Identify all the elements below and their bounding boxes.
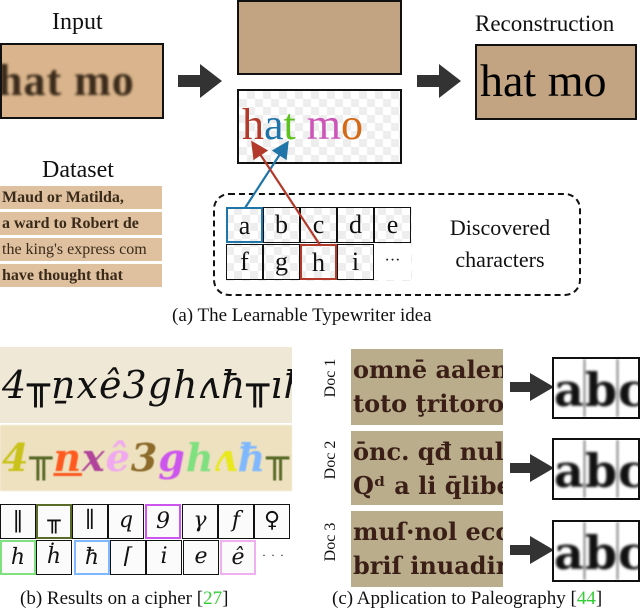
prototype-cell: ê xyxy=(220,540,256,575)
citation-link[interactable]: 44 xyxy=(577,588,596,609)
doc-line: muſ·nol ecclie xyxy=(353,517,503,546)
cipher-char: ħ xyxy=(237,435,267,480)
doc-line: ōnc. qđ nulli xyxy=(353,437,503,466)
prototype-cell: e xyxy=(183,540,219,575)
doc-glyphs: a b c xyxy=(552,357,640,419)
prototype-cell: ⌈ xyxy=(110,540,146,575)
grid-cell-a: a xyxy=(226,207,263,243)
doc-line: toto ţritoro d xyxy=(353,389,503,418)
prototype-cell: ∥ xyxy=(72,504,108,539)
arrow-right-icon xyxy=(510,454,554,482)
cipher-char: n xyxy=(53,435,82,480)
glyph-cell: c xyxy=(617,444,640,498)
doc-line: briſ inuadim xyxy=(353,551,503,580)
grid-cell-h: h xyxy=(300,244,337,280)
prototype-cell: q xyxy=(108,504,144,539)
doc-image: muſ·nol ecclie briſ inuadim xyxy=(351,511,503,587)
glyph-cell: c xyxy=(617,526,640,580)
prototype-cell: ╥ xyxy=(36,504,72,539)
citation-link[interactable]: 27 xyxy=(203,588,222,609)
doc-image: omnē aalenu toto ţritoro d xyxy=(351,349,503,425)
cipher-char: ı xyxy=(290,435,292,480)
cipher-char: h xyxy=(185,435,215,480)
doc-glyphs: a b c xyxy=(552,520,640,582)
doc-line: omnē aalenu xyxy=(353,355,503,384)
doc-image: ōnc. qđ nulli Qᵈ a li q̄liber c xyxy=(351,431,503,505)
cipher-char: ʌ xyxy=(214,435,238,480)
caption-c: (c) Application to Paleography [44] xyxy=(332,589,602,608)
caption-b-close: ] xyxy=(222,588,229,609)
cipher-char: x xyxy=(81,435,106,480)
glyph-cell: b xyxy=(585,440,618,498)
link-h-to-sprite xyxy=(251,140,321,246)
cipher-char: 4 xyxy=(2,435,30,480)
caption-b: (b) Results on a cipher [27] xyxy=(20,589,228,608)
cipher-char: ╥ xyxy=(266,435,291,480)
glyph-cell: b xyxy=(585,522,618,580)
prototype-cell: i xyxy=(146,540,182,575)
prototype-ellipsis: · · · xyxy=(262,548,285,562)
prototype-cell: ħ xyxy=(74,540,110,575)
caption-b-text: (b) Results on a cipher [ xyxy=(20,588,204,609)
cipher-prototypes: ‖ ╥ ∥ q 9 γ f ♀ h ḣ ħ ⌈ i e ê · · · xyxy=(0,504,292,576)
glyph-cell: c xyxy=(617,363,640,417)
prototype-cell: γ xyxy=(182,504,218,539)
prototype-cell: 9 xyxy=(145,504,181,539)
cipher-char: ê xyxy=(105,435,131,480)
prototype-cell: ḣ xyxy=(36,540,72,575)
doc-label: Doc 2 xyxy=(322,440,339,480)
prototype-cell: ‖ xyxy=(0,504,36,539)
cipher-char: g xyxy=(158,435,186,480)
doc-label: Doc 1 xyxy=(322,358,339,398)
doc-line: Qᵈ a li q̄liber c xyxy=(353,471,503,500)
cipher-reconstruction: 4╥nxê3ghʌħ╥ıħ xyxy=(0,425,292,491)
cipher-char: 3 xyxy=(130,435,159,480)
cipher-char: ╥ xyxy=(29,435,54,480)
caption-c-close: ] xyxy=(595,588,603,609)
caption-c-text: (c) Application to Paleography [ xyxy=(332,588,577,609)
prototype-cell: f xyxy=(218,504,254,539)
link-a-to-sprite xyxy=(244,140,289,209)
glyph-cell: a xyxy=(554,359,585,417)
prototype-cell: ♀ xyxy=(254,504,290,539)
cipher-original-image: 4╥ṉxê3ghʌħ╥ıħ xyxy=(0,347,292,423)
caption-a: (a) The Learnable Typewriter idea xyxy=(172,305,432,326)
glyph-cell: a xyxy=(554,440,585,498)
prototype-cell: h xyxy=(0,540,36,575)
arrow-right-icon xyxy=(510,536,554,564)
doc-glyphs: a b c xyxy=(552,438,640,500)
arrow-right-icon xyxy=(510,373,554,401)
glyph-cell: a xyxy=(554,522,585,580)
doc-label: Doc 3 xyxy=(322,522,339,562)
glyph-cell: b xyxy=(585,359,618,417)
